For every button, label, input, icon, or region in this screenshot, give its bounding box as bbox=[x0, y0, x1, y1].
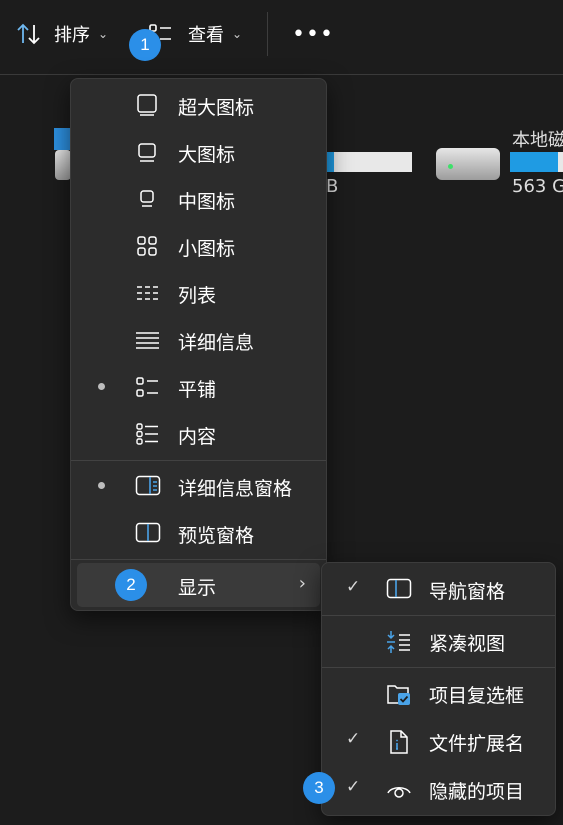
submenu-divider bbox=[322, 667, 555, 668]
capacity-bar bbox=[510, 152, 563, 172]
menu-item-extra-large-icons[interactable]: 超大图标 bbox=[77, 83, 320, 127]
menu-item-preview-pane[interactable]: 预览窗格 bbox=[77, 511, 320, 555]
menu-item-label: 小图标 bbox=[178, 238, 236, 260]
submenu-item-file-extensions[interactable]: ✓ 文件扩展名 bbox=[328, 719, 549, 763]
checkmark-icon: ✓ bbox=[346, 777, 361, 797]
view-button[interactable]: 查看 ⌄ bbox=[148, 14, 242, 54]
navigation-pane-icon bbox=[386, 577, 412, 603]
step-badge-2: 2 bbox=[115, 569, 147, 601]
submenu-item-item-checkboxes[interactable]: 项目复选框 bbox=[328, 671, 549, 715]
step-badge-3: 3 bbox=[303, 772, 335, 804]
menu-divider bbox=[71, 460, 326, 461]
extra-large-icons-icon bbox=[135, 93, 159, 117]
menu-item-label: 显示 bbox=[178, 577, 217, 599]
menu-item-details-pane[interactable]: 详细信息窗格 bbox=[77, 464, 320, 508]
content-icon bbox=[135, 422, 159, 446]
submenu-item-hidden-items[interactable]: ✓ 隐藏的项目 bbox=[328, 767, 549, 811]
menu-item-label: 平铺 bbox=[178, 379, 217, 401]
submenu-item-label: 紧凑视图 bbox=[429, 633, 506, 655]
chevron-down-icon: ⌄ bbox=[98, 27, 109, 41]
chevron-down-icon: ⌄ bbox=[232, 27, 243, 41]
menu-item-list[interactable]: 列表 bbox=[77, 271, 320, 315]
menu-item-content[interactable]: 内容 bbox=[77, 412, 320, 456]
submenu-item-label: 隐藏的项目 bbox=[429, 781, 525, 803]
menu-item-label: 中图标 bbox=[178, 191, 236, 213]
tiles-icon bbox=[135, 375, 159, 399]
details-pane-icon bbox=[135, 474, 161, 498]
item-checkbox-icon bbox=[386, 681, 412, 707]
chevron-right-icon: › bbox=[298, 573, 306, 594]
menu-item-label: 详细信息 bbox=[178, 332, 255, 354]
menu-item-label: 详细信息窗格 bbox=[178, 478, 293, 500]
medium-icons-icon bbox=[135, 187, 159, 211]
checkmark-icon: ✓ bbox=[346, 729, 361, 749]
windows-logo-icon bbox=[54, 128, 70, 150]
menu-item-large-icons[interactable]: 大图标 bbox=[77, 130, 320, 174]
menu-item-label: 预览窗格 bbox=[178, 525, 255, 547]
menu-item-medium-icons[interactable]: 中图标 bbox=[77, 177, 320, 221]
menu-item-label: 列表 bbox=[178, 285, 217, 307]
step-badge-1: 1 bbox=[129, 29, 161, 61]
show-submenu: ✓ 导航窗格 紧凑视图 项目复选框 ✓ 文件扩展名 ✓ 隐藏的项目 bbox=[321, 562, 556, 816]
capacity-bar bbox=[325, 152, 412, 172]
large-icons-icon bbox=[135, 140, 159, 164]
sort-button[interactable]: 排序 ⌄ bbox=[16, 14, 108, 54]
selected-indicator bbox=[98, 383, 105, 390]
menu-divider bbox=[71, 559, 326, 560]
hard-drive-icon bbox=[436, 148, 500, 180]
sort-icon bbox=[16, 22, 42, 46]
menu-item-label: 内容 bbox=[178, 426, 217, 448]
menu-item-label: 超大图标 bbox=[178, 97, 255, 119]
list-icon bbox=[135, 281, 159, 305]
menu-item-show[interactable]: 显示 › bbox=[77, 563, 320, 607]
drive-size-text: 563 G bbox=[512, 176, 563, 197]
menu-item-details[interactable]: 详细信息 bbox=[77, 318, 320, 362]
submenu-item-navigation-pane[interactable]: ✓ 导航窗格 bbox=[328, 567, 549, 611]
drive-size-text: B bbox=[326, 176, 339, 197]
submenu-item-label: 项目复选框 bbox=[429, 685, 525, 707]
toolbar-divider bbox=[267, 12, 268, 56]
submenu-divider bbox=[322, 615, 555, 616]
preview-pane-icon bbox=[135, 521, 161, 545]
file-extension-icon bbox=[386, 729, 412, 755]
more-options-icon[interactable]: ••• bbox=[292, 22, 334, 47]
details-icon bbox=[135, 328, 159, 352]
submenu-item-label: 文件扩展名 bbox=[429, 733, 525, 755]
menu-item-label: 大图标 bbox=[178, 144, 236, 166]
menu-item-small-icons[interactable]: 小图标 bbox=[77, 224, 320, 268]
drive-icon bbox=[55, 150, 71, 180]
view-label: 查看 bbox=[188, 25, 224, 46]
selected-indicator bbox=[98, 482, 105, 489]
checkmark-icon: ✓ bbox=[346, 577, 361, 597]
compact-view-icon bbox=[386, 629, 412, 655]
submenu-item-compact-view[interactable]: 紧凑视图 bbox=[328, 619, 549, 663]
drive-name: 本地磁 bbox=[512, 130, 563, 151]
view-menu: 超大图标 大图标 中图标 小图标 列表 详细信息 平铺 内容 详细信息窗格 预览… bbox=[70, 78, 327, 611]
small-icons-icon bbox=[135, 234, 159, 258]
sort-label: 排序 bbox=[54, 25, 90, 46]
submenu-item-label: 导航窗格 bbox=[429, 581, 506, 603]
command-bar: 排序 ⌄ 查看 ⌄ ••• bbox=[0, 0, 563, 75]
menu-item-tiles[interactable]: 平铺 bbox=[77, 365, 320, 409]
hidden-items-icon bbox=[386, 777, 412, 803]
